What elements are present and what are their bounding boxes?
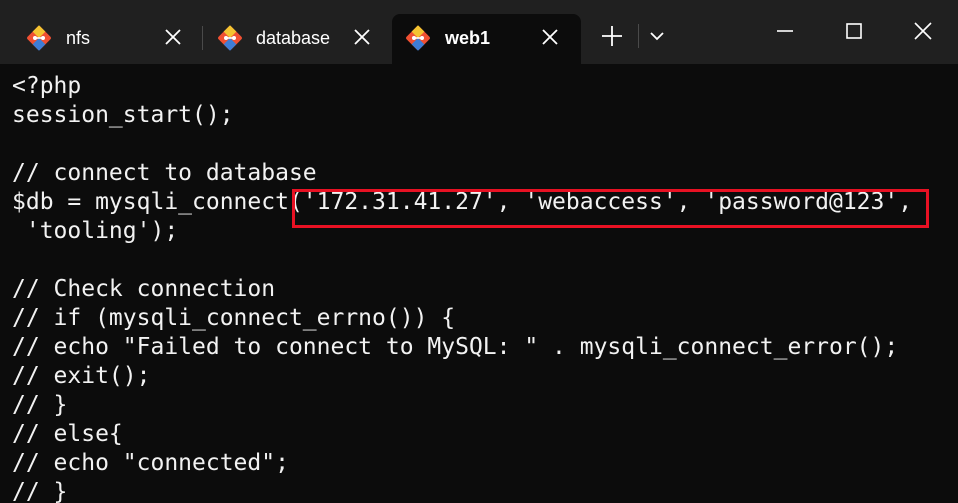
tab-label: database <box>256 28 331 48</box>
close-icon[interactable] <box>353 28 371 46</box>
close-icon[interactable] <box>164 28 182 46</box>
code-line: // if (mysqli_connect_errno()) { <box>12 305 456 331</box>
code-line: <?php <box>12 73 82 99</box>
terminal-output[interactable]: <?php session_start(); // connect to datab… <box>0 64 958 503</box>
code-block: <?php session_start(); // connect to datab… <box>12 72 912 503</box>
tab-database[interactable]: database <box>203 14 391 64</box>
code-line: // echo "connected"; <box>12 450 289 476</box>
title-bar: nfs database web1 <box>0 0 958 64</box>
credentials-highlight-box <box>292 189 929 228</box>
code-line: // exit(); <box>12 363 151 389</box>
git-bash-icon <box>406 25 430 51</box>
tab-divider <box>638 24 639 48</box>
minimize-icon[interactable] <box>776 22 794 40</box>
close-icon[interactable] <box>541 28 559 46</box>
maximize-icon[interactable] <box>845 22 863 40</box>
tab-label: nfs <box>66 28 91 48</box>
code-line: // Check connection <box>12 276 276 302</box>
tab-web1[interactable]: web1 <box>392 14 581 64</box>
git-bash-icon <box>218 25 242 51</box>
code-line: // } <box>12 392 68 418</box>
git-bash-icon <box>27 25 51 51</box>
code-line: // connect to database <box>12 160 317 186</box>
chevron-down-icon[interactable] <box>649 28 665 44</box>
code-line: // } <box>12 479 68 503</box>
code-line: // else{ <box>12 421 123 447</box>
code-line: session_start(); <box>12 102 234 128</box>
tab-label: web1 <box>445 28 491 48</box>
close-icon[interactable] <box>914 22 932 40</box>
plus-icon[interactable] <box>600 24 624 48</box>
tab-nfs[interactable]: nfs <box>0 14 200 64</box>
code-line: // echo "Failed to connect to MySQL: " .… <box>12 334 899 360</box>
